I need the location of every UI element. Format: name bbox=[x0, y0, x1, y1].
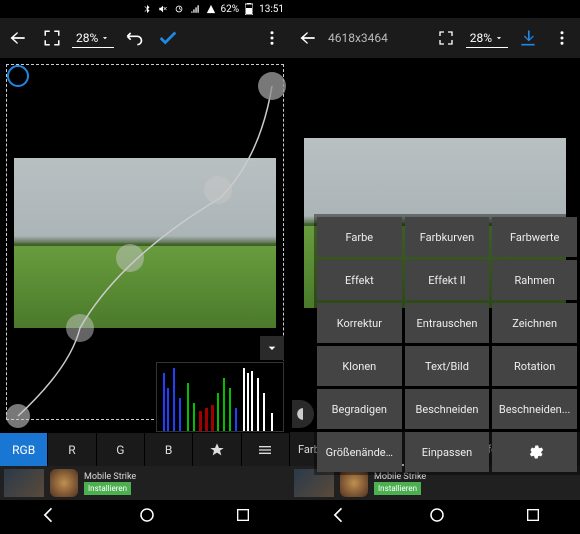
nav-bar-right bbox=[290, 500, 580, 534]
channel-menu[interactable] bbox=[242, 433, 290, 466]
mute-icon bbox=[157, 3, 169, 15]
menu-rahmen[interactable]: Rahmen bbox=[492, 260, 577, 300]
menu-beschneiden2[interactable]: Beschneiden... bbox=[492, 389, 577, 429]
histogram-panel bbox=[156, 336, 284, 432]
channel-g[interactable]: G bbox=[97, 433, 145, 466]
menu-effekt[interactable]: Effekt bbox=[317, 260, 402, 300]
histogram bbox=[156, 362, 284, 432]
menu-entrauschen[interactable]: Entrauschen bbox=[405, 303, 490, 343]
ad-thumb bbox=[4, 469, 44, 497]
menu-effekt2[interactable]: Effekt II bbox=[405, 260, 490, 300]
apply-button[interactable] bbox=[154, 24, 182, 52]
histogram-collapse-button[interactable] bbox=[260, 336, 284, 360]
bluetooth-icon bbox=[141, 3, 153, 15]
ad-install-button[interactable]: Installieren bbox=[374, 482, 421, 495]
fullscreen-button[interactable] bbox=[38, 24, 66, 52]
fullscreen-button[interactable] bbox=[432, 24, 460, 52]
channel-rgb[interactable]: RGB bbox=[0, 433, 48, 466]
undo-button[interactable] bbox=[120, 24, 148, 52]
zoom-dropdown[interactable]: 28% bbox=[466, 29, 508, 48]
status-bar-right bbox=[290, 0, 580, 18]
ad-title: Mobile Strike bbox=[84, 472, 136, 482]
zoom-value: 28% bbox=[76, 31, 98, 45]
nav-back[interactable] bbox=[329, 505, 349, 529]
ad-install-button[interactable]: Installieren bbox=[84, 482, 131, 495]
alarm-icon bbox=[173, 3, 185, 15]
status-bar: 62% 13:51 bbox=[0, 0, 290, 18]
canvas-right[interactable]: Farbe Farbkurven Farbwerte Effekt Effekt… bbox=[290, 58, 580, 432]
menu-begradigen[interactable]: Begradigen bbox=[317, 389, 402, 429]
toolbar-right: 4618x3464 28% bbox=[290, 18, 580, 58]
zoom-dropdown[interactable]: 28% bbox=[72, 29, 114, 48]
channel-r[interactable]: R bbox=[48, 433, 96, 466]
signal-icon bbox=[205, 3, 217, 15]
channel-b[interactable]: B bbox=[145, 433, 193, 466]
tool-menu-grid: Farbe Farbkurven Farbwerte Effekt Effekt… bbox=[314, 214, 580, 475]
channel-star[interactable] bbox=[193, 433, 241, 466]
channel-tabs: RGB R G B bbox=[0, 432, 290, 466]
back-button[interactable] bbox=[4, 24, 32, 52]
menu-textbild[interactable]: Text/Bild bbox=[405, 346, 490, 386]
nav-recent[interactable] bbox=[235, 507, 251, 527]
zoom-value: 28% bbox=[470, 31, 492, 45]
nav-bar-left bbox=[0, 500, 290, 534]
nav-home[interactable] bbox=[138, 506, 156, 528]
overflow-button[interactable] bbox=[258, 24, 286, 52]
battery-icon bbox=[243, 3, 255, 15]
canvas-left[interactable] bbox=[0, 58, 290, 432]
menu-farbkurven[interactable]: Farbkurven bbox=[405, 217, 490, 257]
menu-groessen[interactable]: Größenände… bbox=[317, 432, 402, 472]
compare-toggle[interactable] bbox=[292, 400, 314, 428]
menu-korrektur[interactable]: Korrektur bbox=[317, 303, 402, 343]
ad-app-icon bbox=[50, 469, 78, 497]
menu-klonen[interactable]: Klonen bbox=[317, 346, 402, 386]
menu-farbwerte[interactable]: Farbwerte bbox=[492, 217, 577, 257]
back-button[interactable] bbox=[294, 24, 322, 52]
menu-einpassen[interactable]: Einpassen bbox=[405, 432, 490, 472]
menu-zeichnen[interactable]: Zeichnen bbox=[492, 303, 577, 343]
battery-percent: 62% bbox=[221, 4, 240, 15]
menu-settings[interactable] bbox=[492, 432, 577, 472]
nav-recent[interactable] bbox=[525, 507, 541, 527]
nav-back[interactable] bbox=[39, 505, 59, 529]
menu-farbe[interactable]: Farbe bbox=[317, 217, 402, 257]
image-preview bbox=[14, 158, 276, 328]
menu-beschneiden[interactable]: Beschneiden bbox=[405, 389, 490, 429]
nav-home[interactable] bbox=[428, 506, 446, 528]
network-icon bbox=[189, 3, 201, 15]
download-button[interactable] bbox=[514, 24, 542, 52]
ad-banner-left[interactable]: Mobile Strike Installieren bbox=[0, 466, 290, 500]
clock-time: 13:51 bbox=[259, 4, 284, 15]
menu-rotation[interactable]: Rotation bbox=[492, 346, 577, 386]
toolbar-left: 28% bbox=[0, 18, 290, 58]
overflow-button[interactable] bbox=[548, 24, 576, 52]
image-dimensions: 4618x3464 bbox=[328, 31, 388, 45]
